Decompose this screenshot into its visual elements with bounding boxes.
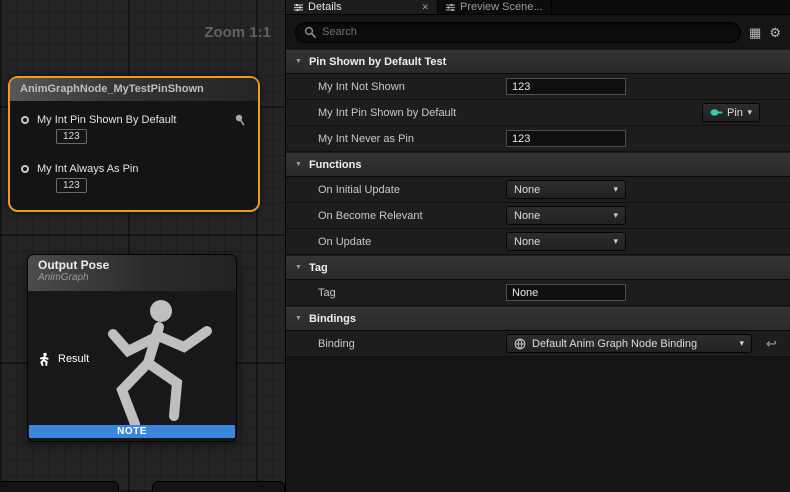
binding-dropdown[interactable]: Default Anim Graph Node Binding ▾ [506,334,752,353]
property-row: On Update None ▾ [286,229,790,255]
chevron-down-icon: ▾ [739,338,744,349]
pin-my-int-always-as-pin[interactable]: My Int Always As Pin [21,163,138,175]
node-header[interactable]: Output Pose AnimGraph [28,255,236,291]
property-value: Pin ▾ [506,103,790,122]
pushpin-icon [234,114,245,126]
chevron-down-icon: ▼ [295,264,302,271]
search-icon [304,26,316,38]
property-label: My Int Pin Shown by Default [286,107,506,119]
property-row: My Int Not Shown [286,74,790,100]
property-value: Default Anim Graph Node Binding ▾ ↩ [506,334,790,353]
property-label: On Initial Update [286,184,506,196]
property-value [506,78,790,95]
tab-details[interactable]: Details ✕ [286,0,438,14]
display-options-icon[interactable]: ▦ [749,26,761,39]
chevron-down-icon: ▼ [295,161,302,168]
chevron-down-icon: ▾ [613,184,618,195]
chevron-down-icon: ▾ [613,236,618,247]
property-row: Binding Default Anim Graph Node Binding … [286,331,790,357]
property-label: Binding [286,338,506,350]
tab-bar: Details ✕ Preview Scene... [286,0,790,15]
node-subtitle: AnimGraph [38,272,236,283]
close-icon[interactable]: ✕ [407,2,429,13]
search-box[interactable] [295,22,741,43]
pin-circle-icon[interactable] [21,116,29,124]
pin-my-int-pin-shown-by-default[interactable]: My Int Pin Shown By Default [21,114,176,126]
gear-icon[interactable]: ⚙ [769,26,781,39]
pin-label: My Int Always As Pin [37,163,138,175]
node-animgraphnode-mytestpinshown[interactable]: AnimGraphNode_MyTestPinShown My Int Pin … [8,76,260,212]
property-label: On Become Relevant [286,210,506,222]
property-row: Tag [286,280,790,306]
property-label: Tag [286,287,506,299]
node-output-pose[interactable]: Output Pose AnimGraph [27,254,237,442]
property-label: My Int Never as Pin [286,133,506,145]
pin-visibility-dropdown[interactable]: Pin ▾ [702,103,760,122]
pin-circle-icon[interactable] [21,165,29,173]
property-value: None ▾ [506,180,790,199]
zoom-level-label: Zoom 1:1 [204,24,271,41]
my-int-never-as-pin-field[interactable] [506,130,626,147]
animgraph-canvas[interactable]: Zoom 1:1 AnimGraphNode_MyTestPinShown My… [0,0,285,492]
tab-preview-scene[interactable]: Preview Scene... [438,0,552,14]
section-functions[interactable]: ▼ Functions [286,152,790,177]
tag-field[interactable] [506,284,626,301]
section-pin-shown-by-default-test[interactable]: ▼ Pin Shown by Default Test [286,49,790,74]
property-row: My Int Never as Pin [286,126,790,152]
pin-icon [710,108,723,117]
property-value [506,130,790,147]
preview-scene-tab-icon [446,3,455,12]
reset-to-default-icon[interactable]: ↩ [766,337,777,350]
tab-label: Details [308,1,342,13]
node-body: Result NOTE [28,291,236,441]
chevron-down-icon: ▼ [295,58,302,65]
binding-icon [514,338,526,350]
on-become-relevant-dropdown[interactable]: None ▾ [506,206,626,225]
property-value [506,284,790,301]
property-row: On Become Relevant None ▾ [286,203,790,229]
partial-node-top[interactable] [152,481,285,492]
chevron-down-icon: ▾ [747,107,752,118]
details-panel: Details ✕ Preview Scene... [285,0,790,492]
chevron-down-icon: ▾ [613,210,618,221]
property-label: My Int Not Shown [286,81,506,93]
note-bar[interactable]: NOTE [29,425,235,438]
details-tab-icon [294,3,303,12]
node-title[interactable]: AnimGraphNode_MyTestPinShown [10,78,258,101]
my-int-not-shown-field[interactable] [506,78,626,95]
pin-value-field[interactable]: 123 [56,129,87,144]
section-bindings[interactable]: ▼ Bindings [286,306,790,331]
tab-label: Preview Scene... [460,1,543,13]
property-value: None ▾ [506,232,790,251]
partial-node-top[interactable] [0,481,119,492]
property-value: None ▾ [506,206,790,225]
result-pin-label: Result [58,353,89,365]
on-initial-update-dropdown[interactable]: None ▾ [506,180,626,199]
chevron-down-icon: ▼ [295,315,302,322]
property-row: On Initial Update None ▾ [286,177,790,203]
on-update-dropdown[interactable]: None ▾ [506,232,626,251]
node-title: Output Pose [38,258,236,272]
section-tag[interactable]: ▼ Tag [286,255,790,280]
pin-value-field[interactable]: 123 [56,178,87,193]
mannequin-illustration [56,291,236,441]
property-label: On Update [286,236,506,248]
pose-figure-icon [38,352,51,366]
pin-label: My Int Pin Shown By Default [37,114,176,126]
details-toolbar: ▦ ⚙ [286,15,790,49]
property-row: My Int Pin Shown by Default Pin ▾ [286,100,790,126]
search-input[interactable] [322,26,732,38]
result-pin[interactable]: Result [38,352,89,366]
